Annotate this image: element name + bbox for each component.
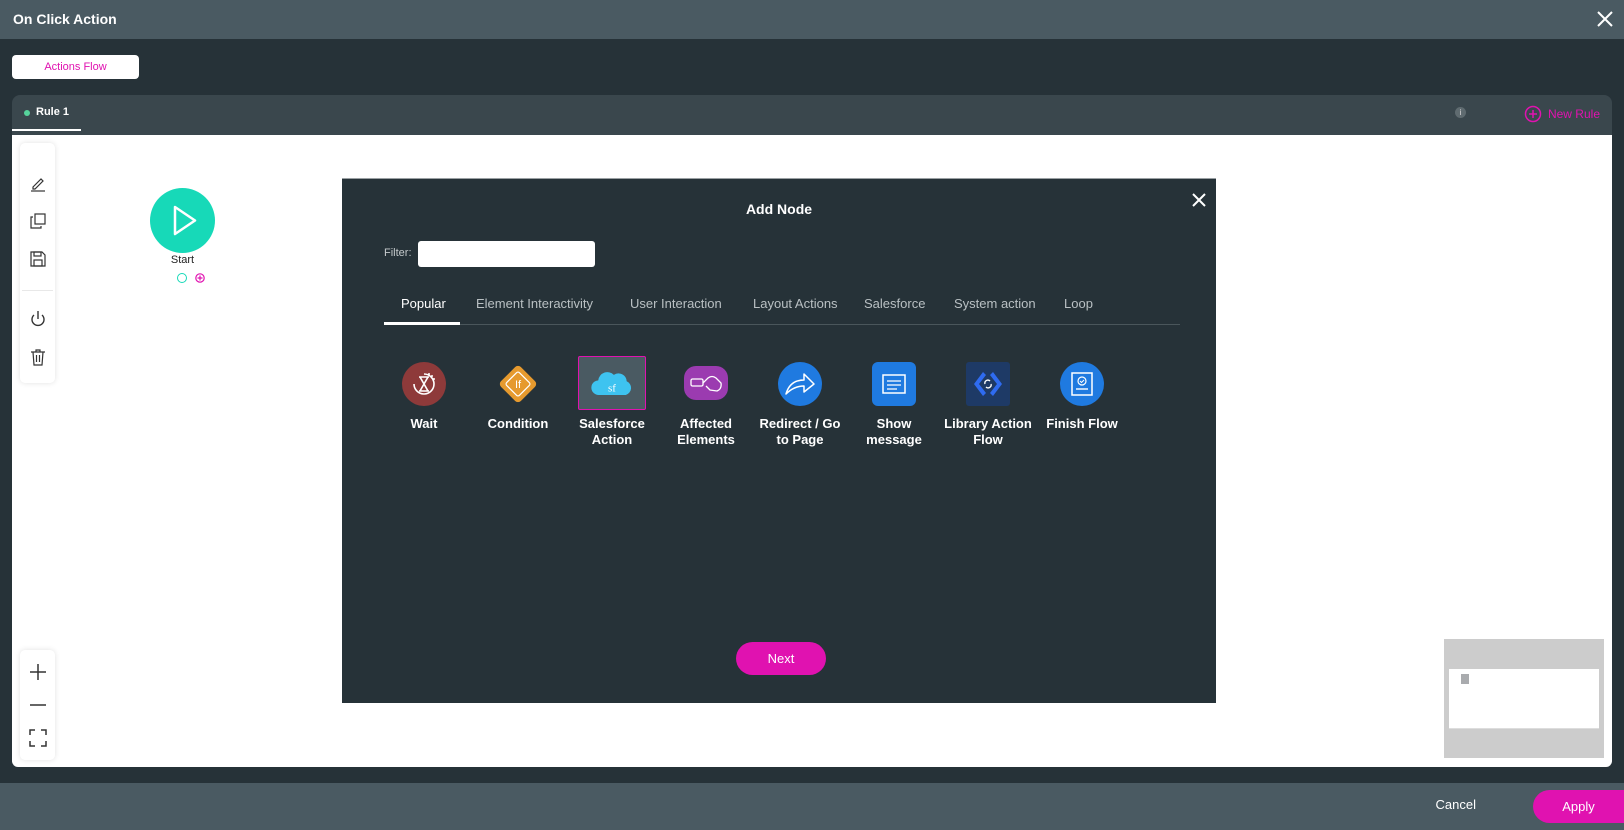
fit-view-icon[interactable]	[28, 728, 48, 748]
node-label: Condition	[487, 416, 549, 431]
tab-loop[interactable]: Loop	[1064, 296, 1093, 311]
active-tab-indicator	[384, 322, 460, 325]
cancel-button[interactable]: Cancel	[1436, 797, 1476, 812]
svg-text:sf: sf	[608, 382, 616, 394]
pointer-hand-icon	[684, 366, 728, 400]
minimap[interactable]	[1444, 639, 1604, 758]
condition-if-icon: If	[499, 365, 537, 403]
node-finish-flow[interactable]: Finish Flow	[1038, 362, 1126, 432]
node-label: Affected Elements	[677, 416, 735, 447]
tab-popular[interactable]: Popular	[401, 296, 446, 311]
node-wait[interactable]: Wait	[380, 362, 468, 432]
start-node-label: Start	[170, 254, 195, 266]
next-button[interactable]: Next	[736, 642, 826, 675]
tab-user-interaction[interactable]: User Interaction	[630, 296, 722, 311]
svg-text:If: If	[515, 379, 522, 391]
apply-button[interactable]: Apply	[1533, 790, 1624, 823]
modal-title: Add Node	[745, 201, 813, 217]
add-node-icon[interactable]	[195, 273, 205, 283]
canvas-toolbar	[20, 143, 55, 383]
node-label: Library Action Flow	[944, 416, 1032, 447]
rule-status-dot	[24, 110, 30, 116]
start-node[interactable]	[150, 188, 215, 253]
info-icon[interactable]: i	[1455, 107, 1466, 118]
plus-circle-icon	[1524, 105, 1542, 123]
duplicate-icon[interactable]	[28, 211, 48, 231]
trash-icon[interactable]	[28, 347, 48, 367]
node-show-message[interactable]: Show message	[850, 362, 938, 448]
new-rule-label: New Rule	[1547, 107, 1600, 121]
power-icon[interactable]	[28, 309, 48, 329]
tab-element-interactivity[interactable]: Element Interactivity	[476, 296, 593, 311]
zoom-in-icon[interactable]	[28, 662, 48, 682]
node-condition[interactable]: If Condition	[474, 362, 562, 432]
library-code-icon	[966, 362, 1010, 406]
rule-tab-label: Rule 1	[36, 106, 70, 118]
rule-tab-1[interactable]: Rule 1	[12, 95, 81, 131]
pencil-icon[interactable]	[28, 173, 48, 193]
save-icon[interactable]	[28, 249, 48, 269]
hourglass-icon	[402, 362, 446, 406]
node-library-action-flow[interactable]: Library Action Flow	[944, 362, 1032, 448]
finish-flag-icon	[1060, 362, 1104, 406]
modal-close-icon[interactable]	[1188, 189, 1210, 211]
window-titlebar: On Click Action	[0, 0, 1624, 39]
node-label: Show message	[866, 416, 922, 447]
play-icon	[173, 205, 197, 236]
message-icon	[872, 362, 916, 406]
minimap-node	[1461, 674, 1469, 684]
node-label: Salesforce Action	[579, 416, 645, 447]
filter-input[interactable]	[418, 241, 595, 267]
redirect-arrow-icon	[778, 362, 822, 406]
node-category-tabs: Popular Element Interactivity User Inter…	[384, 289, 1180, 325]
node-affected-elements[interactable]: Affected Elements	[662, 362, 750, 448]
zoom-out-icon[interactable]	[28, 695, 48, 715]
filter-label: Filter:	[384, 247, 412, 259]
actions-flow-tab[interactable]: Actions Flow	[12, 55, 139, 79]
node-label: Wait	[410, 416, 438, 431]
tab-layout-actions[interactable]: Layout Actions	[753, 296, 838, 311]
node-label: Finish Flow	[1046, 416, 1118, 431]
output-port[interactable]	[177, 273, 187, 283]
close-icon[interactable]	[1594, 8, 1616, 30]
node-salesforce-action[interactable]: sf Salesforce Action	[568, 356, 656, 448]
salesforce-cloud-icon: sf	[591, 372, 632, 396]
tab-system-action[interactable]: System action	[954, 296, 1036, 311]
footer-bar: Cancel Apply	[0, 783, 1624, 830]
rules-bar: Rule 1 i New Rule	[12, 95, 1612, 135]
new-rule-button[interactable]: New Rule	[1524, 104, 1600, 124]
tab-salesforce[interactable]: Salesforce	[864, 296, 925, 311]
window-title: On Click Action	[13, 11, 117, 27]
zoom-controls	[20, 650, 55, 760]
minimap-viewport[interactable]	[1449, 669, 1599, 729]
add-node-modal: Add Node Filter: Popular Element Interac…	[342, 178, 1216, 703]
node-redirect[interactable]: Redirect / Go to Page	[756, 362, 844, 448]
toolbar-divider	[22, 290, 53, 291]
node-label: Redirect / Go to Page	[759, 416, 841, 447]
